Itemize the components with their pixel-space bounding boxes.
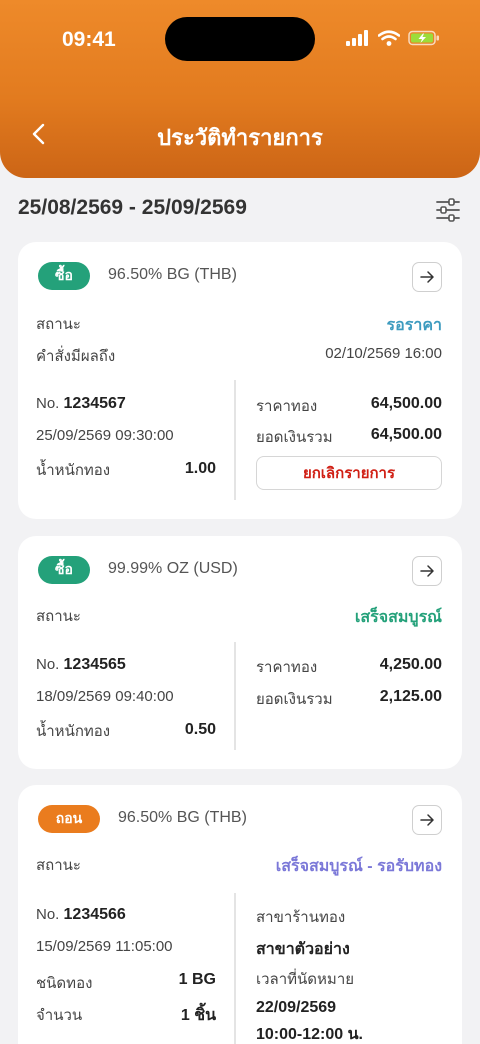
gold-type-label: ชนิดทอง <box>36 975 93 992</box>
gold-type-value: 1 BG <box>178 971 216 988</box>
filter-sliders-icon <box>436 198 460 222</box>
weight-label: น้ำหนักทอง <box>36 462 111 479</box>
product-name: 99.99% OZ (USD) <box>108 560 238 577</box>
total-amount-label: ยอดเงินรวม <box>256 429 333 446</box>
quantity-label: จำนวน <box>36 1007 83 1024</box>
effective-until-value: 02/10/2569 16:00 <box>325 345 442 362</box>
product-name: 96.50% BG (THB) <box>118 809 247 826</box>
effective-until-label: คำสั่งมีผลถึง <box>36 348 116 365</box>
column-divider <box>234 893 236 1044</box>
open-detail-button[interactable] <box>412 262 442 292</box>
transaction-type-badge: ซื้อ <box>38 262 90 290</box>
date-range[interactable]: 25/08/2569 - 25/09/2569 <box>18 196 247 220</box>
transaction-card[interactable]: ซื้อ 99.99% OZ (USD) สถานะ เสร็จสมบูรณ์ … <box>18 536 462 769</box>
order-datetime: 15/09/2569 11:05:00 <box>36 938 173 955</box>
appointment-time: 10:00-12:00 น. <box>256 1026 363 1043</box>
page-title: ประวัติทำรายการ <box>157 125 323 150</box>
transaction-type-badge: ซื้อ <box>38 556 90 584</box>
status-value: เสร็จสมบูรณ์ - รอรับทอง <box>275 858 442 875</box>
column-divider <box>234 380 236 500</box>
gold-price-value: 4,250.00 <box>379 656 442 673</box>
status-bar-time: 09:41 <box>62 28 116 51</box>
signal-icon <box>346 30 368 46</box>
order-number-value: 1234567 <box>63 395 126 412</box>
battery-charging-icon <box>408 30 439 46</box>
total-amount-label: ยอดเงินรวม <box>256 691 333 708</box>
filter-button[interactable] <box>434 196 462 224</box>
gold-price-value: 64,500.00 <box>370 395 442 412</box>
transaction-card[interactable]: ถอน 96.50% BG (THB) สถานะ เสร็จสมบูรณ์ -… <box>18 785 462 1044</box>
open-detail-button[interactable] <box>412 805 442 835</box>
product-name: 96.50% BG (THB) <box>108 266 237 283</box>
status-value: รอราคา <box>386 317 442 334</box>
status-label: สถานะ <box>36 316 81 333</box>
app-header: 09:41 ประวัติทำรายการ <box>0 0 480 178</box>
order-number: No. 1234567 <box>36 395 126 412</box>
status-bar-icons <box>346 30 440 46</box>
order-number-value: 1234565 <box>63 656 126 673</box>
arrow-right-icon <box>420 565 434 577</box>
total-amount-value: 64,500.00 <box>370 426 442 443</box>
status-label: สถานะ <box>36 857 81 874</box>
weight-value: 1.00 <box>184 460 216 477</box>
arrow-right-icon <box>420 814 434 826</box>
wifi-icon <box>378 30 400 46</box>
status-label: สถานะ <box>36 608 81 625</box>
order-datetime: 18/09/2569 09:40:00 <box>36 688 174 705</box>
status-value: เสร็จสมบูรณ์ <box>354 609 442 626</box>
quantity-value: 1 ชิ้น <box>180 1007 216 1024</box>
transaction-card[interactable]: ซื้อ 96.50% BG (THB) สถานะ รอราคา คำสั่ง… <box>18 242 462 519</box>
dynamic-island <box>165 17 315 61</box>
transaction-type-badge: ถอน <box>38 805 100 833</box>
gold-price-label: ราคาทอง <box>256 398 318 415</box>
appointment-label: เวลาที่นัดหมาย <box>256 971 355 988</box>
branch-label: สาขาร้านทอง <box>256 909 346 926</box>
appointment-date: 22/09/2569 <box>256 999 337 1016</box>
arrow-right-icon <box>420 271 434 283</box>
order-number-value: 1234566 <box>63 906 126 923</box>
order-number: No. 1234565 <box>36 656 126 673</box>
branch-value: สาขาตัวอย่าง <box>256 941 350 958</box>
gold-price-label: ราคาทอง <box>256 659 318 676</box>
order-number: No. 1234566 <box>36 906 126 923</box>
weight-value: 0.50 <box>184 721 216 738</box>
open-detail-button[interactable] <box>412 556 442 586</box>
cancel-transaction-button[interactable]: ยกเลิกรายการ <box>256 456 442 490</box>
total-amount-value: 2,125.00 <box>379 688 442 705</box>
order-datetime: 25/09/2569 09:30:00 <box>36 427 174 444</box>
weight-label: น้ำหนักทอง <box>36 723 111 740</box>
column-divider <box>234 642 236 750</box>
